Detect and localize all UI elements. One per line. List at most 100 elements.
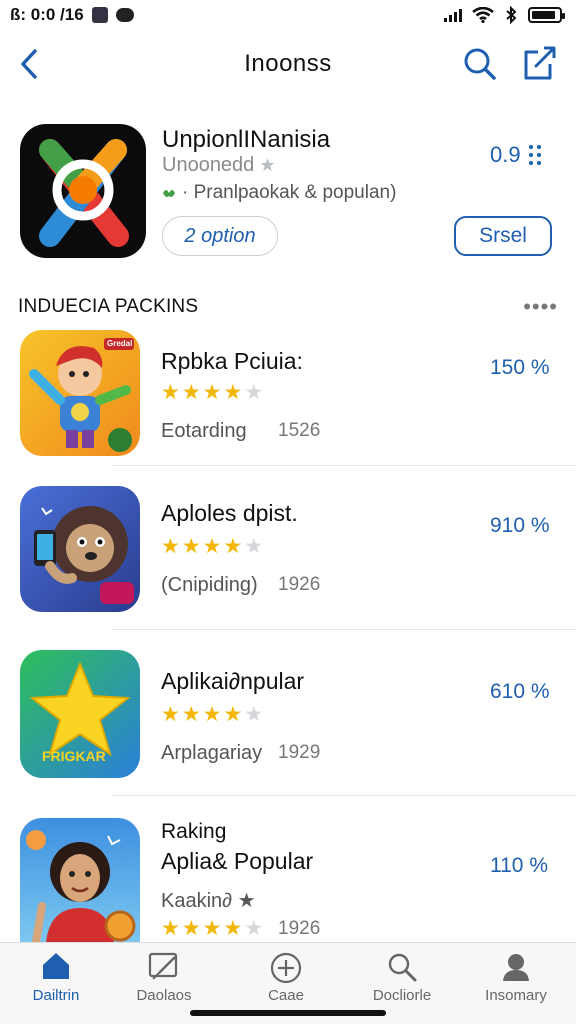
nav-bar: Inoonss — [0, 36, 576, 92]
tab-label: Caae — [268, 987, 304, 1004]
app-category: Kaakin∂ ★ — [161, 890, 256, 912]
star-icon: ★ — [161, 381, 180, 404]
home-indicator[interactable] — [190, 1010, 386, 1016]
app-name: Aploles dpist. — [161, 500, 298, 526]
signal-icon — [444, 8, 462, 22]
tab-label: Docliorle — [372, 987, 432, 1004]
more-options-icon[interactable] — [528, 145, 541, 165]
search-icon — [388, 953, 417, 982]
star-icon: ★ — [223, 917, 243, 940]
star-icon: ★ — [244, 535, 264, 558]
app-category: Eotarding — [161, 420, 247, 442]
app-name: Aplikai∂npular — [161, 668, 305, 694]
star-icon: ★ — [202, 917, 222, 940]
app-price[interactable]: 910 % — [490, 514, 550, 538]
wifi-icon — [472, 7, 494, 23]
tab-label: Daolaos — [136, 987, 192, 1004]
star-icon: ★ — [244, 381, 264, 404]
plus-circle-icon — [270, 952, 302, 984]
star-rating: ★ ★ ★ ★ ★ — [161, 704, 263, 726]
tab-insomary[interactable]: Insomary — [466, 951, 566, 1011]
featured-price: 0.9 — [490, 142, 541, 168]
star-rating: ★ ★ ★ ★ ★ — [161, 536, 263, 558]
app-name: Aplia& Popular — [161, 848, 314, 874]
star-icon: ★ — [181, 917, 201, 940]
featured-app[interactable]: UnpionlINanisia Unoonedd ★ · Pranlpaokak… — [0, 108, 576, 268]
lion-phone-icon[interactable] — [20, 486, 140, 612]
star-icon: ★ — [181, 703, 201, 726]
star-icon: ★ — [244, 703, 264, 726]
star-icon: ★ — [181, 535, 201, 558]
star-icon: ★ — [202, 703, 222, 726]
battery-icon — [528, 7, 565, 23]
list-item[interactable]: Aploles dpist. ★ ★ ★ ★ ★ (Cnipiding) 1926 91… — [0, 466, 576, 630]
app-category: Arplagariay — [161, 742, 263, 764]
battery-fill — [532, 11, 556, 19]
app-price[interactable]: 110 % — [490, 854, 548, 878]
download-count: 1929 — [278, 742, 321, 763]
girl-character-icon[interactable] — [20, 818, 140, 942]
featured-app-name: UnpionlINanisia — [162, 126, 331, 153]
share-icon — [524, 46, 556, 80]
profile-icon — [503, 954, 529, 981]
options-button[interactable]: 2 option — [162, 216, 278, 256]
featured-subtitle-text: Unoonedd — [162, 154, 255, 176]
star-rating: ★ ★ ★ ★ ★ — [161, 382, 263, 404]
star-icon: ★ — [202, 535, 222, 558]
download-count: 1526 — [278, 420, 321, 441]
bluetooth-icon — [506, 6, 517, 24]
app-price[interactable]: 150 % — [490, 356, 550, 380]
status-time: ß: 0:0 /16 — [10, 5, 84, 24]
list-item[interactable]: FRIGKAR Aplikai∂npular ★ ★ ★ ★ ★ Arplagariay… — [0, 630, 576, 796]
featured-price-text: 0.9 — [490, 142, 521, 167]
app-icon-label: FRIGKAR — [42, 748, 106, 764]
share-button[interactable] — [520, 44, 558, 82]
status-left: ß: 0:0 /16 — [10, 5, 134, 25]
app-notification-icon — [91, 7, 108, 23]
star-rating: ★ ★ ★ ★ ★ — [161, 918, 263, 940]
star-icon: ★ — [202, 381, 222, 404]
edit-icon — [148, 952, 178, 980]
search-icon — [464, 48, 496, 80]
star-icon: ★ — [161, 917, 180, 940]
lion-art — [34, 506, 134, 604]
star-icon: ★ — [223, 535, 243, 558]
section-header: INDUECIA PACKINS •••• — [18, 296, 558, 318]
download-count: 1926 — [278, 574, 321, 595]
girl-character-art — [26, 830, 136, 942]
featured-action-button[interactable]: Srsel — [454, 216, 552, 256]
star-icon: ★ — [161, 703, 180, 726]
tab-docliorle[interactable]: Docliorle — [352, 951, 452, 1011]
status-right — [444, 6, 565, 24]
star-icon[interactable]: FRIGKAR — [20, 650, 140, 778]
star-icon: ★ — [161, 535, 180, 558]
search-button[interactable] — [462, 46, 498, 82]
tab-home[interactable]: Dailtrin — [6, 951, 106, 1011]
star-icon: ★ — [223, 703, 243, 726]
tab-label: Dailtrin — [32, 987, 80, 1004]
star-icon: ★ — [181, 381, 201, 404]
section-more-button[interactable]: •••• — [523, 296, 558, 318]
featured-app-description: · Pranlpaokak & populan) — [162, 182, 396, 204]
star-icon: ★ — [254, 155, 276, 175]
cartoon-character-icon[interactable]: Gredal — [20, 330, 140, 456]
tab-daolaos[interactable]: Daolaos — [114, 951, 214, 1011]
featured-desc-text: · Pranlpaokak & populan) — [182, 182, 397, 203]
game-controller-icon — [115, 8, 134, 22]
x-logo-icon — [39, 139, 129, 247]
app-category: (Cnipiding) — [161, 574, 258, 596]
home-icon — [43, 953, 69, 979]
tab-caae[interactable]: Caae — [236, 951, 336, 1011]
featured-app-icon[interactable] — [20, 124, 146, 258]
cartoon-character-art — [29, 338, 134, 452]
list-item[interactable]: Gredal Rpbka Pciuia: ★ ★ ★ ★ ★ Eotarding 152… — [0, 316, 576, 466]
star-icon: ★ — [223, 381, 243, 404]
featured-app-subtitle: Unoonedd ★ — [162, 154, 275, 177]
app-price[interactable]: 610 % — [490, 680, 550, 704]
app-name: Rpbka Pciuia: — [161, 348, 303, 374]
app-icon-tag: Gredal — [107, 339, 133, 348]
leaf-icon — [163, 190, 175, 197]
download-count: 1926 — [278, 918, 321, 939]
app-name-line1: Raking — [161, 820, 227, 843]
list-item[interactable]: Raking Aplia& Popular Kaakin∂ ★ ★ ★ ★ ★ ★ 19… — [0, 796, 576, 942]
